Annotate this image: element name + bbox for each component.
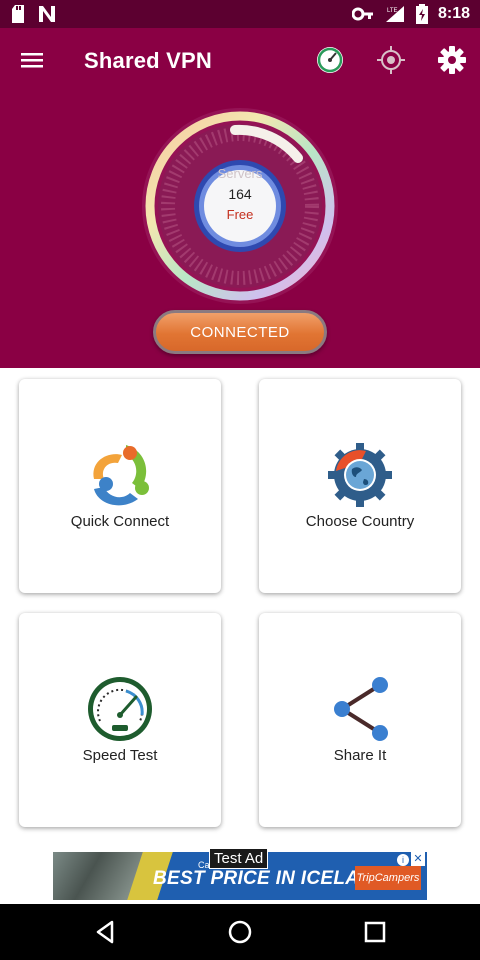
ad-headline: BEST PRICE IN ICELAND <box>153 868 388 889</box>
speed-test-card[interactable]: Speed Test <box>19 613 221 827</box>
choose-country-card[interactable]: Choose Country <box>259 379 461 593</box>
speed-test-label: Speed Test <box>82 747 158 764</box>
globe-gear-icon <box>326 441 394 514</box>
quick-connect-card[interactable]: Quick Connect <box>19 379 221 593</box>
menu-icon[interactable] <box>18 48 46 72</box>
clock: 8:18 <box>437 5 470 22</box>
hero-panel: Shared VPN Servers 164 Free CONNECTED <box>0 28 480 368</box>
quick-connect-label: Quick Connect <box>70 513 170 530</box>
vpn-key-icon <box>351 7 374 21</box>
share-it-card[interactable]: Share It <box>259 613 461 827</box>
ad-close-icon[interactable]: ✕ <box>411 852 425 866</box>
ad-brand: TripCampers <box>355 866 421 890</box>
ad-info-icon[interactable]: i <box>397 854 409 866</box>
share-it-label: Share It <box>333 747 387 764</box>
connected-button[interactable]: CONNECTED <box>153 310 327 354</box>
svg-text:LTE: LTE <box>387 8 398 14</box>
app-title: Shared VPN <box>84 48 212 73</box>
home-icon[interactable] <box>226 918 254 946</box>
speedometer-icon <box>86 675 154 748</box>
share-icon <box>330 675 394 748</box>
settings-gear-icon[interactable] <box>436 44 468 76</box>
servers-count: 164 <box>228 186 252 202</box>
quick-connect-icon <box>86 439 154 516</box>
battery-icon <box>415 4 428 24</box>
speedometer-icon[interactable] <box>314 44 346 76</box>
recents-icon[interactable] <box>361 918 389 946</box>
back-icon[interactable] <box>92 918 120 946</box>
servers-label: Servers <box>217 166 263 181</box>
server-dial: Servers 164 Free <box>140 106 340 306</box>
location-target-icon[interactable] <box>375 44 407 76</box>
sd-card-icon <box>12 5 26 23</box>
system-nav-bar <box>0 904 480 960</box>
test-ad-badge: Test Ad <box>209 848 269 869</box>
signal-icon: LTE <box>384 5 406 23</box>
app-bar: Shared VPN <box>0 28 480 92</box>
choose-country-label: Choose Country <box>305 513 415 530</box>
status-bar: LTE 8:18 <box>0 0 480 28</box>
servers-type: Free <box>226 207 254 222</box>
n-notification-icon <box>38 5 56 23</box>
